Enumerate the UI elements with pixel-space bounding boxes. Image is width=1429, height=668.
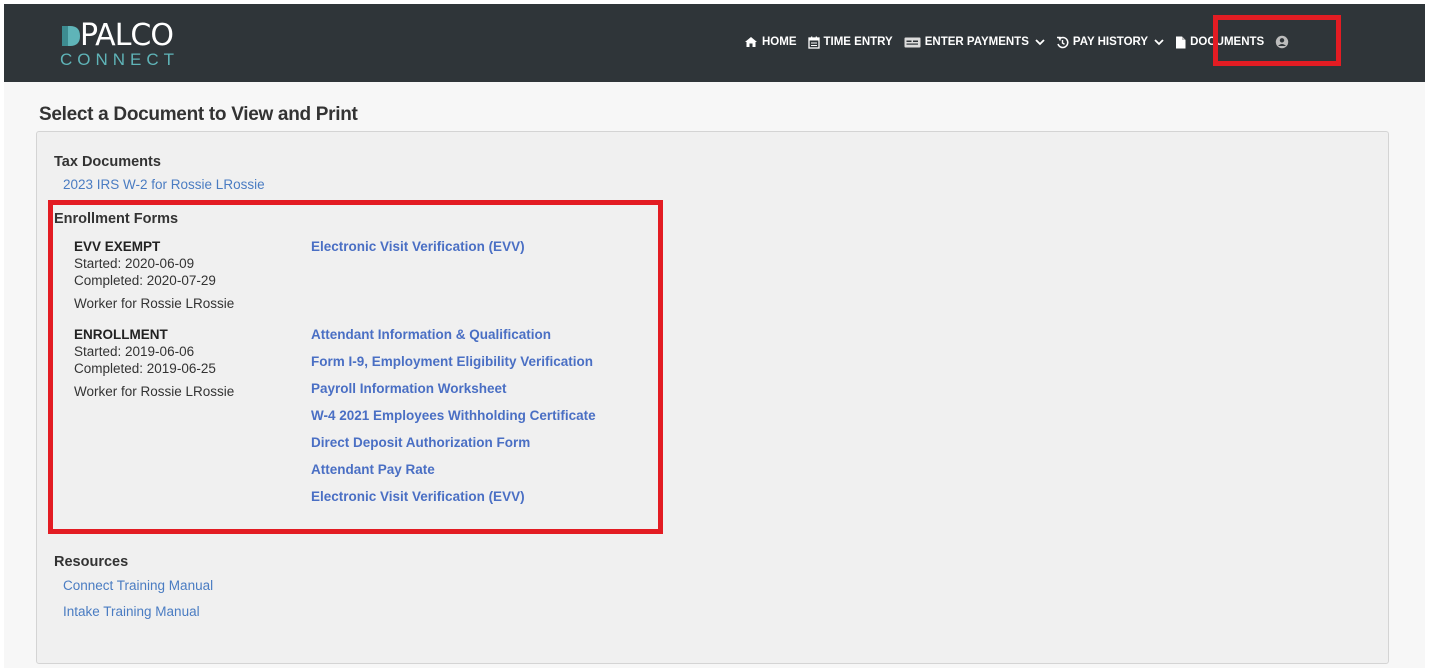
calendar-icon [807, 36, 820, 49]
form-link-w4[interactable]: W-4 2021 Employees Withholding Certifica… [311, 408, 596, 423]
nav-time-entry[interactable]: TIME ENTRY [807, 36, 893, 49]
form-link-direct-deposit[interactable]: Direct Deposit Authorization Form [311, 435, 530, 450]
group-worker: Worker for Rossie LRossie [74, 296, 235, 311]
chevron-down-icon [1035, 38, 1045, 46]
history-icon [1056, 36, 1069, 49]
group-name: EVV EXEMPT [74, 239, 161, 254]
group-started: Started: 2020-06-09 [74, 256, 195, 271]
nav-enter-payments[interactable]: ENTER PAYMENTS [904, 36, 1045, 48]
group-name: ENROLLMENT [74, 327, 168, 342]
form-link-i9[interactable]: Form I-9, Employment Eligibility Verific… [311, 354, 593, 369]
logo-text-connect: CONNECT [60, 50, 180, 69]
group-worker: Worker for Rossie LRossie [74, 384, 235, 399]
nav-pay-history[interactable]: PAY HISTORY [1056, 36, 1164, 49]
nav-home[interactable]: HOME [744, 36, 797, 48]
resources-title: Resources [54, 554, 129, 570]
form-link-evv[interactable]: Electronic Visit Verification (EVV) [311, 239, 525, 254]
app-frame: PALCO CONNECT HOME TIME ENTRY ENTER PAYM… [4, 4, 1425, 668]
tax-document-link[interactable]: 2023 IRS W-2 for Rossie LRossie [63, 177, 265, 192]
payment-card-icon [904, 37, 921, 48]
group-completed: Completed: 2020-07-29 [74, 273, 216, 288]
form-link-pay-rate[interactable]: Attendant Pay Rate [311, 462, 435, 477]
page-title: Select a Document to View and Print [39, 104, 358, 125]
form-link-attendant-info[interactable]: Attendant Information & Qualification [311, 327, 551, 342]
resource-link-intake-manual[interactable]: Intake Training Manual [63, 604, 200, 619]
form-link-evv[interactable]: Electronic Visit Verification (EVV) [311, 489, 525, 504]
nav-home-label: HOME [762, 36, 797, 48]
tax-documents-title: Tax Documents [54, 154, 161, 170]
home-icon [744, 36, 758, 48]
group-completed: Completed: 2019-06-25 [74, 361, 216, 376]
group-started: Started: 2019-06-06 [74, 344, 195, 359]
palco-connect-logo[interactable]: PALCO CONNECT [60, 20, 210, 70]
nav-time-entry-label: TIME ENTRY [823, 36, 893, 48]
documents-highlight-box [1213, 15, 1341, 66]
form-link-payroll-worksheet[interactable]: Payroll Information Worksheet [311, 381, 507, 396]
nav-enter-payments-label: ENTER PAYMENTS [924, 36, 1029, 48]
top-navbar: PALCO CONNECT HOME TIME ENTRY ENTER PAYM… [4, 4, 1425, 82]
document-icon [1175, 36, 1186, 49]
chevron-down-icon [1154, 38, 1164, 46]
resource-link-connect-manual[interactable]: Connect Training Manual [63, 578, 213, 593]
nav-pay-history-label: PAY HISTORY [1072, 36, 1149, 48]
logo-text-palco: PALCO [80, 18, 174, 53]
palco-d-icon [62, 26, 80, 46]
enrollment-forms-title: Enrollment Forms [54, 211, 179, 227]
